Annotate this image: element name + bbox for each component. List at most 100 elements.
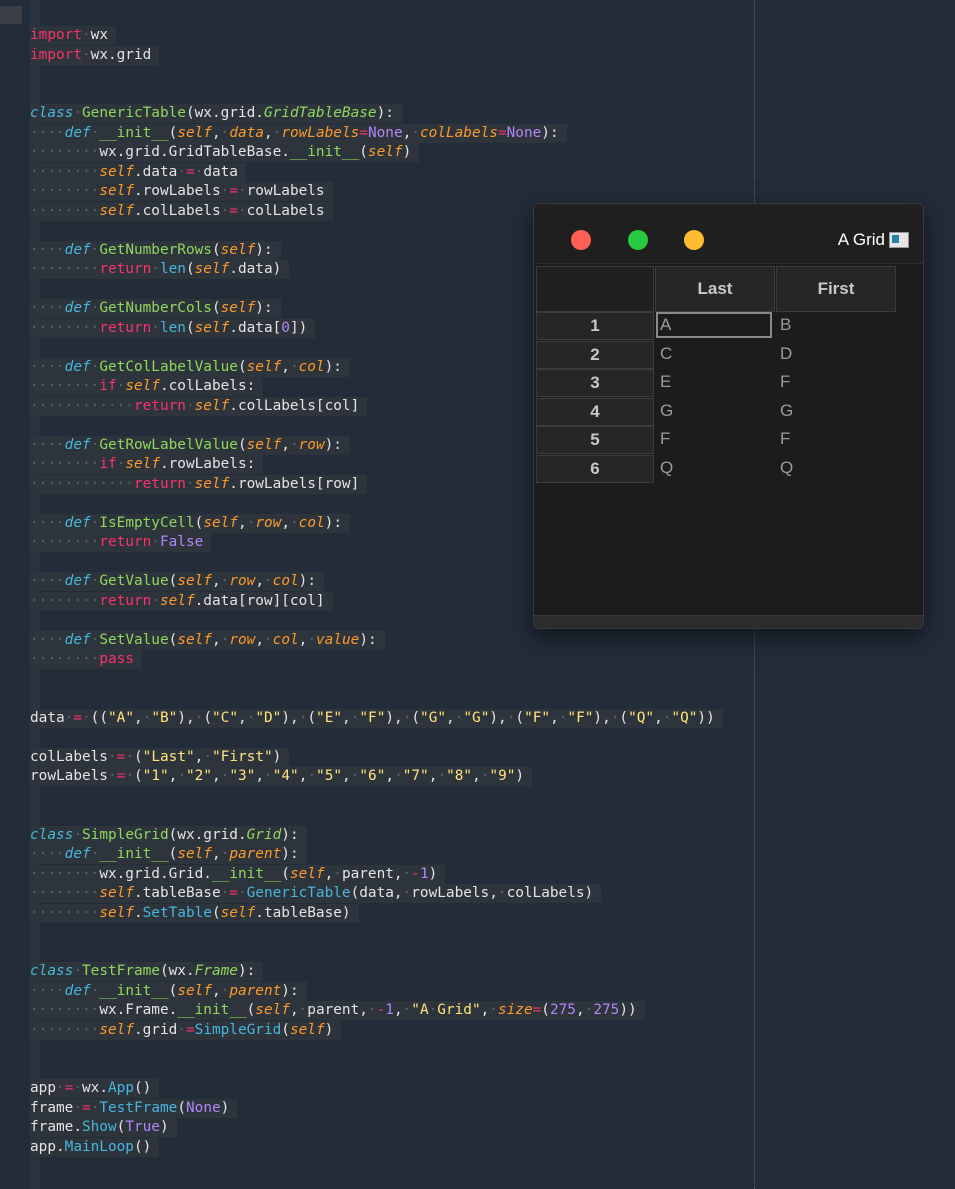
code-token: None bbox=[367, 124, 403, 141]
code-line: ········return·False bbox=[30, 533, 212, 552]
row-header[interactable]: 3 bbox=[536, 369, 654, 397]
code-line: ········pass bbox=[30, 650, 142, 669]
code-line: class·SimpleGrid(wx.grid.Grid): bbox=[30, 825, 307, 845]
grid-corner-label[interactable] bbox=[536, 266, 654, 312]
code-token: , bbox=[393, 1002, 403, 1018]
code-token: Frame bbox=[194, 963, 238, 979]
code-token: ········ bbox=[30, 651, 100, 667]
code-line-text: class·GenericTable(wx.grid.GridTableBase… bbox=[30, 104, 402, 123]
grid-cell[interactable]: C bbox=[656, 341, 772, 367]
row-header[interactable]: 2 bbox=[536, 340, 654, 369]
maximize-window-button[interactable] bbox=[628, 230, 648, 250]
code-token: row bbox=[229, 573, 256, 589]
code-token: · bbox=[264, 768, 273, 784]
code-token: · bbox=[220, 885, 230, 901]
code-token: rowLabels bbox=[281, 124, 360, 141]
code-token: "C" bbox=[212, 709, 239, 726]
code-token: ( bbox=[177, 1099, 186, 1116]
grid-cell[interactable]: Q bbox=[656, 455, 772, 481]
code-token: · bbox=[489, 1002, 498, 1018]
code-token: () bbox=[134, 1080, 152, 1096]
code-token: ···· bbox=[30, 124, 65, 141]
code-token: ········ bbox=[30, 592, 100, 609]
code-token: parent bbox=[229, 846, 282, 862]
grid-cell[interactable]: F bbox=[776, 369, 892, 395]
grid-cell[interactable]: F bbox=[656, 426, 772, 452]
code-token: · bbox=[151, 592, 160, 609]
code-token: - bbox=[411, 865, 420, 882]
col-header-last[interactable]: Last bbox=[655, 266, 775, 312]
code-token: · bbox=[402, 885, 412, 901]
code-token: ( bbox=[194, 514, 204, 531]
code-token: "F" bbox=[524, 709, 551, 726]
code-token: ): bbox=[281, 826, 299, 843]
code-token: · bbox=[220, 124, 230, 141]
minimize-window-button[interactable] bbox=[684, 230, 704, 250]
code-token: .rowLabels[row] bbox=[229, 475, 360, 492]
row-header[interactable]: 4 bbox=[536, 397, 654, 426]
code-line-text: ········self.tableBase·=·GenericTable(da… bbox=[30, 884, 602, 903]
a-grid-window[interactable]: A Grid Last First 1AB2CD3EF4GG5FF6QQ bbox=[533, 203, 924, 629]
grid-cell[interactable]: B bbox=[776, 312, 892, 338]
code-token: "6" bbox=[359, 768, 386, 784]
code-token: return bbox=[99, 319, 152, 336]
grid-cell[interactable]: E bbox=[656, 369, 772, 395]
code-line-text: ········self.colLabels·=·colLabels bbox=[30, 201, 333, 221]
code-token: SetValue bbox=[99, 631, 169, 648]
code-token: · bbox=[177, 768, 187, 784]
code-token: , bbox=[211, 124, 221, 141]
window-titlebar[interactable]: A Grid bbox=[534, 204, 923, 264]
code-token: 0 bbox=[281, 319, 290, 336]
code-token: () bbox=[133, 1138, 152, 1155]
code-token: self bbox=[246, 436, 282, 453]
code-token: self bbox=[203, 514, 238, 531]
grid-table[interactable]: Last First 1AB2CD3EF4GG5FF6QQ bbox=[534, 263, 923, 617]
code-token: rowLabels, bbox=[411, 885, 498, 901]
grid-cell-selected[interactable]: A bbox=[656, 312, 772, 338]
code-token: self bbox=[177, 124, 212, 141]
code-token: · bbox=[82, 709, 91, 726]
code-token: "Q" bbox=[671, 709, 698, 726]
code-token: · bbox=[73, 1080, 83, 1096]
code-token: ( bbox=[168, 846, 178, 862]
code-token: colLabels) bbox=[506, 885, 594, 901]
code-token: row bbox=[255, 514, 282, 531]
grid-cell[interactable]: G bbox=[776, 398, 892, 424]
code-token: ( bbox=[168, 982, 178, 999]
code-token: · bbox=[437, 768, 447, 784]
code-token: = bbox=[359, 124, 368, 141]
grid-cell[interactable]: F bbox=[776, 426, 892, 452]
code-line: ····def·GetValue(self,·row,·col): bbox=[30, 572, 324, 591]
code-token: self bbox=[125, 378, 160, 394]
code-token: rowLabels bbox=[246, 183, 325, 199]
grid-cell[interactable]: G bbox=[656, 398, 772, 424]
code-token: if bbox=[99, 378, 117, 394]
close-window-button[interactable] bbox=[571, 230, 591, 250]
code-line-text: ········pass bbox=[30, 650, 142, 669]
code-token: "E" bbox=[316, 709, 343, 726]
code-token: "4" bbox=[272, 768, 299, 784]
code-token: colLabels bbox=[419, 124, 498, 141]
grid-cell[interactable]: Q bbox=[776, 455, 892, 481]
row-header[interactable]: 1 bbox=[536, 312, 654, 340]
col-header-first[interactable]: First bbox=[776, 266, 896, 312]
code-token: __init__ bbox=[289, 144, 360, 160]
code-token: "5" bbox=[316, 768, 343, 784]
code-token: (data, bbox=[350, 885, 403, 901]
code-token: ( bbox=[281, 1021, 290, 1038]
code-token: self bbox=[177, 846, 212, 862]
code-token: ( bbox=[359, 144, 368, 160]
row-header[interactable]: 6 bbox=[536, 454, 654, 483]
row-header[interactable]: 5 bbox=[536, 426, 654, 454]
code-token: ( bbox=[237, 358, 247, 375]
app-window-icon bbox=[889, 232, 909, 248]
code-token: class bbox=[30, 826, 74, 843]
code-token: def bbox=[64, 573, 91, 589]
grid-cell[interactable]: D bbox=[776, 341, 892, 367]
window-title: A Grid bbox=[837, 230, 885, 249]
code-token: · bbox=[177, 163, 186, 180]
code-token: · bbox=[194, 163, 204, 180]
code-line: ····def·IsEmptyCell(self,·row,·col): bbox=[30, 513, 350, 533]
code-token: ········ bbox=[30, 534, 100, 550]
code-token: ( bbox=[116, 1119, 126, 1135]
